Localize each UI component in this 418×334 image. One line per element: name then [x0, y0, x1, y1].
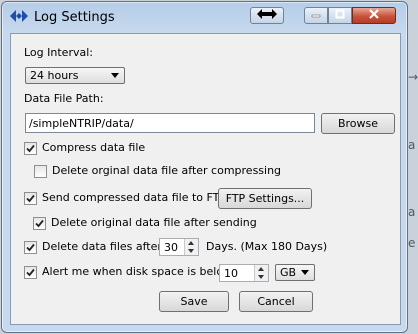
- delete-after-send-label[interactable]: Delete original data file after sending: [51, 216, 257, 229]
- browse-button[interactable]: Browse: [321, 113, 395, 134]
- disk-space-value: 10: [224, 266, 238, 280]
- delete-after-days-label[interactable]: Delete data files after: [42, 240, 162, 253]
- disk-unit-value: GB: [280, 266, 297, 279]
- browse-button-label: Browse: [337, 117, 379, 130]
- chevron-down-icon: [111, 73, 119, 78]
- disk-alert-checkbox[interactable]: [24, 266, 37, 279]
- checkmark-icon: [26, 194, 35, 203]
- cancel-button-label: Cancel: [257, 295, 295, 308]
- swap-icon: [257, 9, 277, 22]
- app-icon: [10, 10, 28, 22]
- days-stepper[interactable]: 30: [159, 238, 199, 256]
- delete-after-send-checkbox[interactable]: [33, 217, 46, 230]
- data-file-path-label: Data File Path:: [24, 92, 104, 105]
- log-interval-value: 24 hours: [30, 69, 79, 82]
- chevron-up-icon: [258, 267, 264, 271]
- delete-after-compress-label[interactable]: Delete orginal data file after compressi…: [52, 164, 281, 177]
- delete-after-compress-checkbox[interactable]: [34, 165, 47, 178]
- delete-after-days-checkbox[interactable]: [24, 241, 37, 254]
- data-file-path-input[interactable]: /simpleNTRIP/data/: [25, 113, 315, 133]
- checkmark-icon: [26, 268, 35, 277]
- checkmark-icon: [26, 243, 35, 252]
- send-ftp-checkbox[interactable]: [24, 192, 37, 205]
- swap-button[interactable]: [250, 7, 284, 24]
- cancel-button[interactable]: Cancel: [239, 291, 313, 312]
- minimize-button[interactable]: [304, 7, 328, 24]
- checkmark-icon: [35, 219, 44, 228]
- background-text: e: [408, 236, 416, 250]
- send-ftp-label[interactable]: Send compressed data file to FTP: [42, 191, 226, 204]
- minimize-icon: [311, 9, 321, 22]
- compress-label[interactable]: Compress data file: [42, 141, 145, 154]
- title-bar[interactable]: Log Settings: [2, 2, 407, 32]
- data-file-path-value: /simpleNTRIP/data/: [29, 116, 134, 130]
- save-button[interactable]: Save: [159, 291, 229, 312]
- log-settings-window: Log Settings Log Interval: 24 hours Data…: [1, 1, 408, 333]
- stepper-arrows[interactable]: [184, 239, 198, 255]
- days-suffix-label: Days. (Max 180 Days): [206, 240, 328, 253]
- log-interval-select[interactable]: 24 hours: [25, 67, 125, 84]
- disk-space-stepper[interactable]: 10: [219, 264, 269, 282]
- chevron-down-icon: [258, 275, 264, 279]
- close-button[interactable]: [352, 7, 396, 24]
- chevron-down-icon: [188, 249, 194, 253]
- stepper-arrows[interactable]: [254, 265, 268, 281]
- background-text: a: [408, 205, 416, 219]
- compress-checkbox[interactable]: [24, 142, 37, 155]
- save-button-label: Save: [180, 295, 208, 308]
- ftp-settings-button[interactable]: FTP Settings...: [218, 188, 312, 209]
- ftp-settings-label: FTP Settings...: [225, 192, 305, 205]
- window-title: Log Settings: [34, 10, 115, 25]
- chevron-up-icon: [188, 241, 194, 245]
- disk-unit-select[interactable]: GB: [275, 264, 315, 281]
- maximize-button[interactable]: [328, 7, 352, 24]
- maximize-icon: [335, 9, 345, 22]
- dialog-body: Log Interval: 24 hours Data File Path: /…: [10, 33, 401, 325]
- background-text: →: [408, 70, 418, 84]
- disk-alert-label[interactable]: Alert me when disk space is below: [42, 265, 232, 278]
- days-value: 30: [164, 240, 178, 254]
- checkmark-icon: [26, 144, 35, 153]
- chevron-down-icon: [301, 270, 309, 275]
- close-icon: [368, 9, 380, 22]
- log-interval-label: Log Interval:: [24, 46, 93, 59]
- background-text: a: [408, 138, 416, 152]
